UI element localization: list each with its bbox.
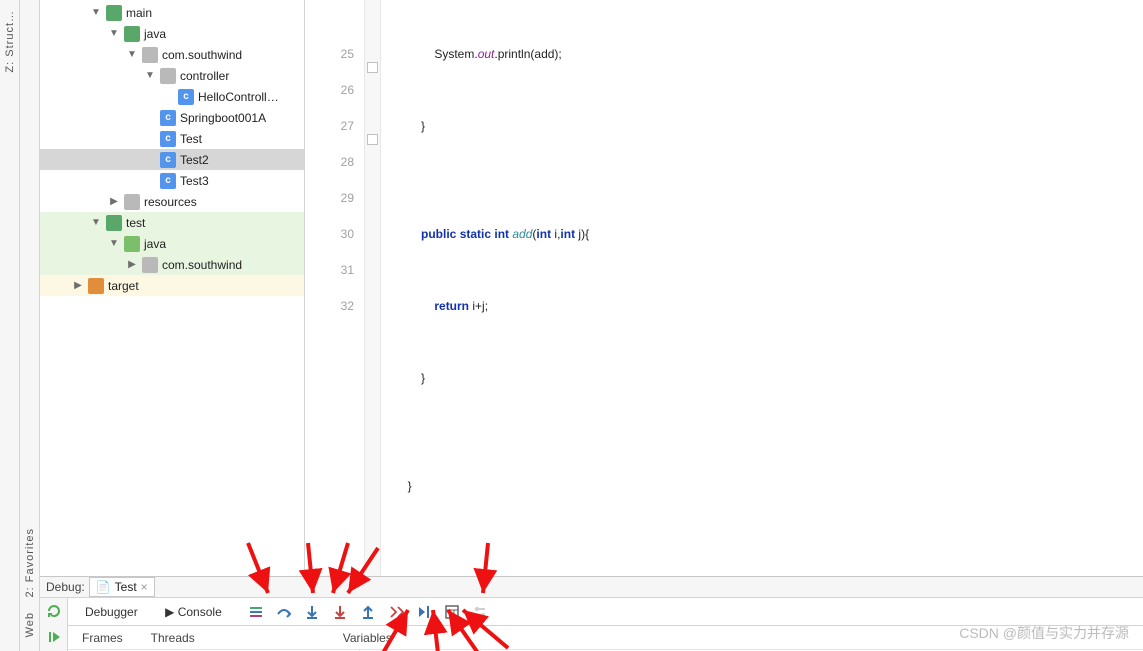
fold-gutter[interactable] [365,0,381,576]
tree-test[interactable]: Test [40,128,304,149]
trace-button[interactable] [469,601,491,623]
class-icon [160,131,176,147]
debugger-tab[interactable]: Debugger [74,600,149,624]
debug-config-tab[interactable]: 📄 Test × [89,577,155,597]
evaluate-expression-button[interactable] [441,601,463,623]
web-tab-label: Web [24,608,36,641]
run-config-icon: 📄 [96,580,111,594]
tree-test-folder[interactable]: test [40,212,304,233]
threads-tab[interactable]: Threads [137,631,209,645]
debug-tabs-row: Debugger ▶Console [68,598,1143,626]
class-icon [160,152,176,168]
tree-main[interactable]: main [40,2,304,23]
class-icon [178,89,194,105]
folder-icon [88,278,104,294]
line-gutter: 2526272829303132 [305,0,365,576]
package-icon [142,257,158,273]
drop-frame-button[interactable] [385,601,407,623]
step-out-button[interactable] [357,601,379,623]
console-icon: ▶ [162,604,178,620]
resume-button[interactable] [45,628,63,646]
tree-pkg[interactable]: com.southwind [40,44,304,65]
fold-marker-icon[interactable] [367,62,378,73]
folder-icon [124,26,140,42]
tree-target[interactable]: target [40,275,304,296]
class-icon [160,173,176,189]
package-icon [160,68,176,84]
step-over-button[interactable] [273,601,295,623]
console-tab[interactable]: ▶Console [151,599,233,625]
close-icon[interactable]: × [141,580,148,594]
watermark: CSDN @颜值与实力并存源 [959,623,1129,643]
tree-springboot[interactable]: Springboot001A [40,107,304,128]
frames-tab[interactable]: Frames [68,631,137,645]
tree-hello[interactable]: HelloControll… [40,86,304,107]
folder-icon [106,5,122,21]
tree-controller[interactable]: controller [40,65,304,86]
folder-icon [106,215,122,231]
left-toolbar-fav[interactable]: 2: Favorites Web [20,0,40,651]
tree-java[interactable]: java [40,23,304,44]
fold-marker-icon[interactable] [367,134,378,145]
rerun-button[interactable] [45,602,63,620]
tree-test2[interactable]: Test2 [40,149,304,170]
step-into-button[interactable] [301,601,323,623]
package-icon [142,47,158,63]
debug-header: Debug: 📄 Test × [40,577,1143,598]
code-area[interactable]: System.out.println(add); } public static… [381,0,1143,576]
variables-tab[interactable]: Variables [329,631,406,645]
tree-java-test[interactable]: java [40,233,304,254]
show-execution-point-button[interactable] [245,601,267,623]
tree-pkg-test[interactable]: com.southwind [40,254,304,275]
tree-test3[interactable]: Test3 [40,170,304,191]
step-toolbar [245,601,491,623]
debug-title: Debug: [46,580,85,594]
run-to-cursor-button[interactable] [413,601,435,623]
debug-side-toolbar [40,598,68,651]
favorites-tab-label: 2: Favorites [24,524,36,601]
structure-tab-label: Z: Struct… [4,6,16,77]
left-toolbar-structure[interactable]: Z: Struct… [0,0,20,651]
folder-icon [124,236,140,252]
project-tree[interactable]: main java com.southwind controller Hello… [40,0,305,576]
tree-resources[interactable]: resources [40,191,304,212]
force-step-into-button[interactable] [329,601,351,623]
class-icon [160,110,176,126]
folder-icon [124,194,140,210]
code-editor[interactable]: 2526272829303132 System.out.println(add)… [305,0,1143,576]
